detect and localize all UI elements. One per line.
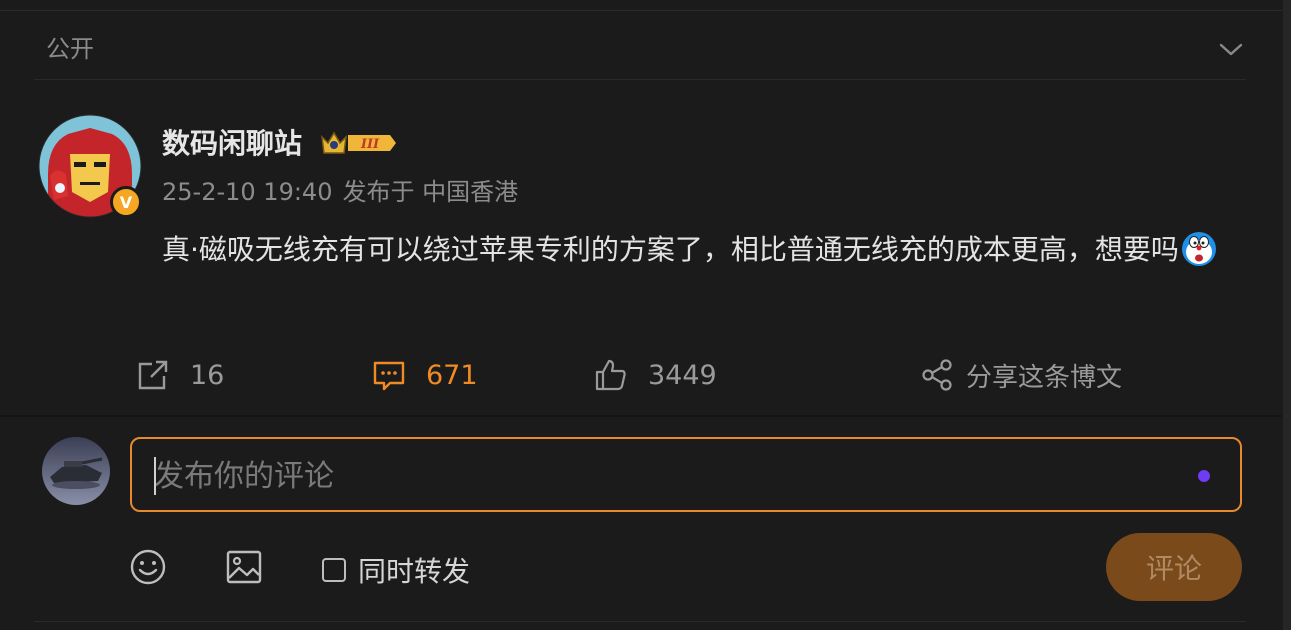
like-icon: [595, 359, 626, 391]
chevron-down-icon[interactable]: [1218, 36, 1244, 62]
author-avatar[interactable]: V: [38, 114, 142, 218]
sync-repost-label: 同时转发: [358, 555, 471, 588]
repost-count: 16: [190, 359, 225, 391]
visibility-row[interactable]: 公开: [46, 32, 1246, 66]
comment-input[interactable]: [152, 449, 1156, 503]
divider: [0, 10, 1282, 11]
post-time[interactable]: 25-2-10 19:40: [162, 178, 332, 206]
comment-button[interactable]: 671: [372, 350, 478, 400]
post-action-bar: 16 671 3449 分享这条博文: [0, 350, 1282, 400]
emoji-icon[interactable]: [129, 548, 167, 586]
input-indicator-dot: [1198, 470, 1210, 482]
svg-text:III: III: [360, 137, 380, 152]
verified-badge: V: [110, 186, 142, 218]
post-text: 真·磁吸无线充有可以绕过苹果专利的方案了，相比普通无线充的成本更高，想要吗: [162, 233, 1179, 266]
current-user-avatar[interactable]: [42, 437, 110, 505]
share-label: 分享这条博文: [966, 362, 1123, 393]
comment-icon: [373, 361, 405, 391]
divider: [34, 79, 1246, 80]
comment-count: 671: [426, 359, 478, 391]
composer-toolbar: 同时转发: [0, 540, 1282, 596]
divider: [34, 621, 1246, 622]
member-crown-badge[interactable]: III: [318, 127, 398, 159]
author-name[interactable]: 数码闲聊站: [162, 124, 302, 164]
scrollbar[interactable]: [1283, 0, 1291, 630]
sync-repost-toggle[interactable]: 同时转发: [322, 550, 470, 590]
divider: [0, 415, 1282, 417]
visibility-label: 公开: [46, 35, 94, 63]
image-icon[interactable]: [225, 548, 263, 586]
like-count: 3449: [648, 359, 717, 391]
sync-repost-checkbox[interactable]: [322, 558, 346, 582]
submit-comment-button[interactable]: 评论: [1106, 533, 1242, 601]
post-meta: 25-2-10 19:40 发布于 中国香港: [162, 176, 528, 208]
doraemon-emoji: [1181, 232, 1216, 266]
share-icon: [922, 359, 952, 391]
like-button[interactable]: 3449: [594, 350, 717, 400]
repost-icon: [138, 360, 168, 390]
share-button[interactable]: 分享这条博文: [920, 350, 1122, 400]
post-source: 发布于 中国香港: [342, 178, 519, 206]
weibo-post-card: 公开 V 数码闲聊站 III 25-2-10 19:40 发布于 中国香港 真·…: [0, 0, 1282, 630]
repost-button[interactable]: 16: [136, 350, 224, 400]
post-content: 真·磁吸无线充有可以绕过苹果专利的方案了，相比普通无线充的成本更高，想要吗: [162, 226, 1242, 274]
text-caret: [154, 457, 156, 495]
comment-input-box[interactable]: [130, 437, 1242, 512]
